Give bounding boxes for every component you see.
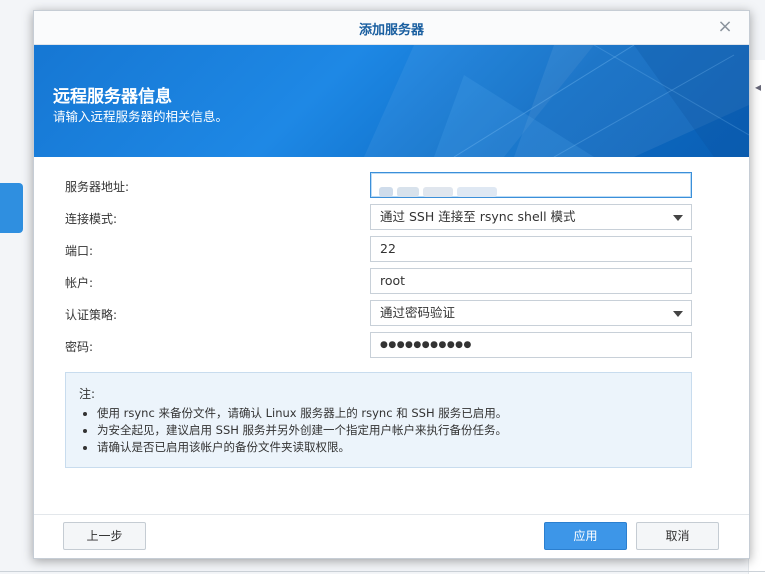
chevron-down-icon [673, 311, 683, 317]
add-server-dialog: 添加服务器 × 远程服务器信息 请输入远程服务器的相关信息。 服务器地址: 连接… [33, 10, 750, 559]
server-address-row: 服务器地址: [34, 172, 749, 200]
connection-mode-label: 连接模式: [65, 212, 118, 226]
redacted-value [379, 179, 509, 197]
connection-mode-select[interactable]: 通过 SSH 连接至 rsync shell 模式 [370, 204, 692, 230]
note-item: 请确认是否已启用该帐户的备份文件夹读取权限。 [97, 439, 687, 456]
background-panel [748, 60, 765, 574]
note-title: 注: [79, 387, 96, 401]
port-row: 端口: 22 [34, 236, 749, 264]
account-label: 帐户: [65, 276, 94, 290]
background-divider [0, 571, 765, 572]
back-button[interactable]: 上一步 [63, 522, 146, 550]
note-item: 为安全起见，建议启用 SSH 服务并另外创建一个指定用户帐户来执行备份任务。 [97, 422, 687, 439]
server-address-label: 服务器地址: [65, 180, 130, 194]
dialog-title: 添加服务器 [358, 23, 424, 38]
auth-policy-value: 通过密码验证 [380, 305, 456, 320]
note-list: 使用 rsync 来备份文件，请确认 Linux 服务器上的 rsync 和 S… [79, 405, 687, 456]
cancel-button[interactable]: 取消 [636, 522, 719, 550]
background-side-tab [0, 183, 23, 233]
connection-mode-value: 通过 SSH 连接至 rsync shell 模式 [380, 209, 576, 224]
header-banner: 远程服务器信息 请输入远程服务器的相关信息。 [34, 45, 749, 157]
dialog-titlebar: 添加服务器 × [34, 11, 749, 45]
auth-policy-label: 认证策略: [65, 308, 118, 322]
banner-title: 远程服务器信息 [53, 87, 172, 107]
close-icon[interactable]: × [715, 17, 735, 37]
footer-divider [34, 514, 749, 515]
apply-button[interactable]: 应用 [544, 522, 627, 550]
account-input[interactable]: root [370, 268, 692, 294]
note-item: 使用 rsync 来备份文件，请确认 Linux 服务器上的 rsync 和 S… [97, 405, 687, 422]
port-label: 端口: [65, 244, 94, 258]
server-address-input[interactable] [370, 172, 692, 198]
account-row: 帐户: root [34, 268, 749, 296]
connection-mode-row: 连接模式: 通过 SSH 连接至 rsync shell 模式 [34, 204, 749, 232]
password-input[interactable]: ●●●●●●●●●●● [370, 332, 692, 358]
chevron-down-icon [673, 215, 683, 221]
password-label: 密码: [65, 340, 94, 354]
password-row: 密码: ●●●●●●●●●●● [34, 332, 749, 360]
port-input[interactable]: 22 [370, 236, 692, 262]
auth-policy-select[interactable]: 通过密码验证 [370, 300, 692, 326]
auth-policy-row: 认证策略: 通过密码验证 [34, 300, 749, 328]
chevron-left-icon: ◂ [755, 80, 762, 94]
note-box: 注: 使用 rsync 来备份文件，请确认 Linux 服务器上的 rsync … [65, 372, 692, 468]
banner-subtitle: 请输入远程服务器的相关信息。 [53, 109, 229, 124]
